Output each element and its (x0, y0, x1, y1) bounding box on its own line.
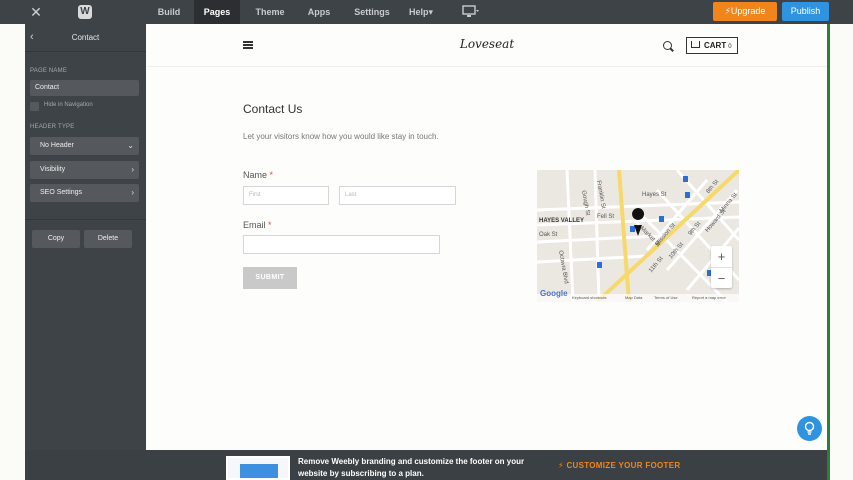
site-header: Loveseat CART 0 (147, 24, 827, 67)
map-label-hayes-valley: HAYES VALLEY (539, 218, 585, 224)
email-label: Email * (243, 220, 272, 230)
tab-pages[interactable]: Pages (194, 0, 240, 24)
cart-count: 0 (728, 44, 732, 50)
chevron-right-icon: › (131, 165, 134, 174)
map-label-fell-st: Fell St (597, 214, 615, 220)
header-type-select[interactable]: No Header ⌄ (30, 137, 139, 155)
email-input[interactable] (243, 235, 440, 254)
zoom-out-button[interactable]: − (711, 267, 732, 288)
page-name-label: PAGE NAME (30, 68, 68, 74)
tab-help[interactable]: Help▾ (406, 0, 436, 24)
name-label: Name * (243, 170, 273, 180)
required-mark: * (268, 220, 272, 230)
header-type-value: No Header (40, 142, 74, 149)
search-icon[interactable] (663, 41, 672, 50)
tab-apps[interactable]: Apps (300, 0, 338, 24)
divider (25, 219, 146, 220)
name-label-text: Name (243, 170, 268, 180)
customize-footer-link[interactable]: ⚡ CUSTOMIZE YOUR FOOTER (558, 461, 680, 470)
seo-settings-label: SEO Settings (40, 189, 83, 196)
footer-preview-thumbnail (226, 456, 290, 480)
copy-button[interactable]: Copy (32, 230, 80, 248)
tab-build[interactable]: Build (150, 0, 188, 24)
page-name-input[interactable]: Contact (30, 80, 139, 96)
map-label-oak-st: Oak St (539, 232, 558, 238)
page-settings-sidebar: ‹ Contact PAGE NAME Contact Hide in Navi… (25, 24, 146, 480)
cart-icon (691, 41, 700, 48)
header-type-label: HEADER TYPE (30, 124, 75, 130)
tab-help-label: Help (408, 7, 429, 17)
map-data: Map Data (625, 295, 643, 300)
map-keyboard-shortcuts[interactable]: Keyboard shortcuts (572, 294, 606, 302)
lightbulb-icon[interactable] (797, 416, 822, 441)
sidebar-title: Contact (71, 33, 100, 42)
footer-message: Remove Weebly branding and customize the… (298, 457, 525, 478)
footer-bar: Remove Weebly branding and customize the… (25, 450, 827, 480)
monitor-icon[interactable] (462, 5, 480, 19)
hide-in-navigation-checkbox[interactable] (30, 102, 39, 111)
required-mark: * (269, 170, 274, 180)
cart-button[interactable]: CART 0 (686, 37, 738, 54)
upgrade-button[interactable]: ⚡Upgrade (713, 2, 777, 21)
chevron-down-icon: ⌄ (127, 141, 134, 150)
top-bar: ✕ W Build Pages Theme Apps Settings Help… (0, 0, 853, 24)
sidebar-header: ‹ Contact (25, 24, 146, 52)
hide-in-navigation-label: Hide in Navigation (44, 102, 93, 108)
contact-subtitle: Let your visitors know how you would lik… (243, 132, 439, 141)
chevron-down-icon: ▾ (428, 7, 434, 17)
cart-label: CART (704, 41, 727, 50)
submit-button[interactable]: SUBMIT (243, 267, 297, 289)
first-name-input[interactable]: First (243, 186, 329, 205)
map-label-hayes-st: Hayes St (642, 192, 667, 198)
weebly-logo[interactable]: W (78, 5, 92, 19)
google-logo: Google (540, 289, 568, 298)
close-icon[interactable]: ✕ (29, 4, 43, 20)
map-zoom-controls: + − (711, 246, 732, 288)
map-embed[interactable]: HAYES VALLEY Hayes St Fell St Oak St Oct… (537, 170, 739, 302)
visibility-item[interactable]: Visibility › (30, 161, 139, 179)
site-preview: Loveseat CART 0 Contact Us Let your visit… (147, 24, 827, 449)
publish-button[interactable]: Publish (782, 2, 829, 21)
chevron-right-icon: › (131, 188, 134, 197)
tab-theme[interactable]: Theme (248, 0, 292, 24)
map-terms[interactable]: Terms of Use (654, 294, 678, 302)
canvas-edge (827, 24, 830, 480)
last-name-input[interactable]: Last (339, 186, 456, 205)
map-report-error[interactable]: Report a map error (692, 294, 726, 302)
visibility-label: Visibility (40, 166, 66, 173)
delete-button[interactable]: Delete (84, 230, 132, 248)
tab-settings[interactable]: Settings (346, 0, 398, 24)
contact-title: Contact Us (243, 102, 303, 116)
email-label-text: Email (243, 220, 266, 230)
seo-settings-item[interactable]: SEO Settings › (30, 184, 139, 202)
zoom-in-button[interactable]: + (711, 246, 732, 267)
